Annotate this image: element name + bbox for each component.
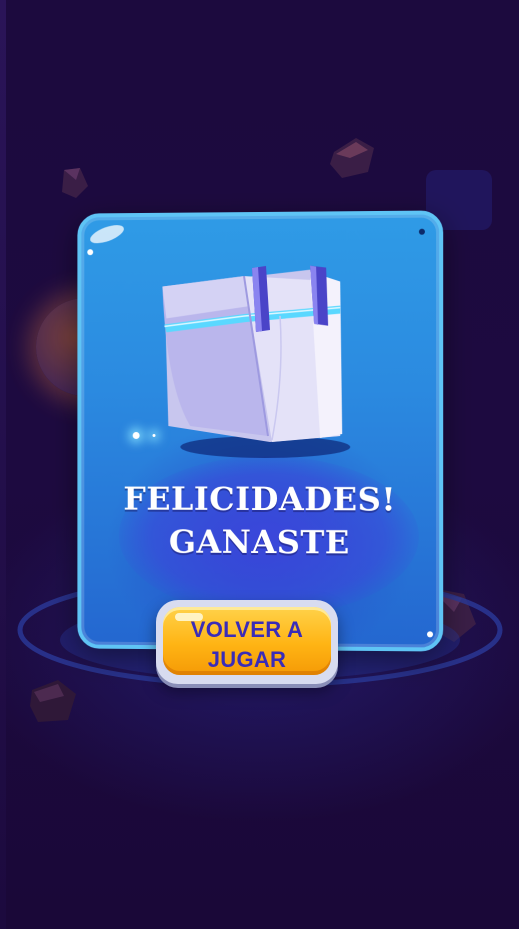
victory-subtitle: GANASTE — [168, 522, 350, 562]
victory-card: FELICIDADES! GANASTE — [77, 210, 444, 652]
treasure-chest-icon — [160, 265, 343, 443]
floating-rock-icon — [62, 168, 88, 198]
game-screen: FELICIDADES! GANASTE VOLVER A JUGAR — [0, 0, 519, 929]
victory-title: FELICIDADES! — [123, 479, 397, 519]
sparkle-icon — [152, 433, 156, 437]
left-edge-decoration — [0, 0, 6, 929]
play-again-button[interactable]: VOLVER A JUGAR — [156, 600, 338, 684]
play-again-button-label[interactable]: VOLVER A JUGAR — [163, 615, 331, 675]
play-again-label-line1: VOLVER A — [190, 617, 304, 642]
card-bolt — [87, 249, 94, 256]
card-bolt — [418, 228, 425, 235]
play-again-button-face[interactable]: VOLVER A JUGAR — [163, 607, 331, 675]
card-shine — [87, 221, 127, 247]
sparkle-icon — [132, 431, 140, 439]
floating-rock-icon — [330, 138, 374, 178]
card-bolt — [426, 631, 434, 638]
play-again-label-line2: JUGAR — [207, 647, 287, 672]
